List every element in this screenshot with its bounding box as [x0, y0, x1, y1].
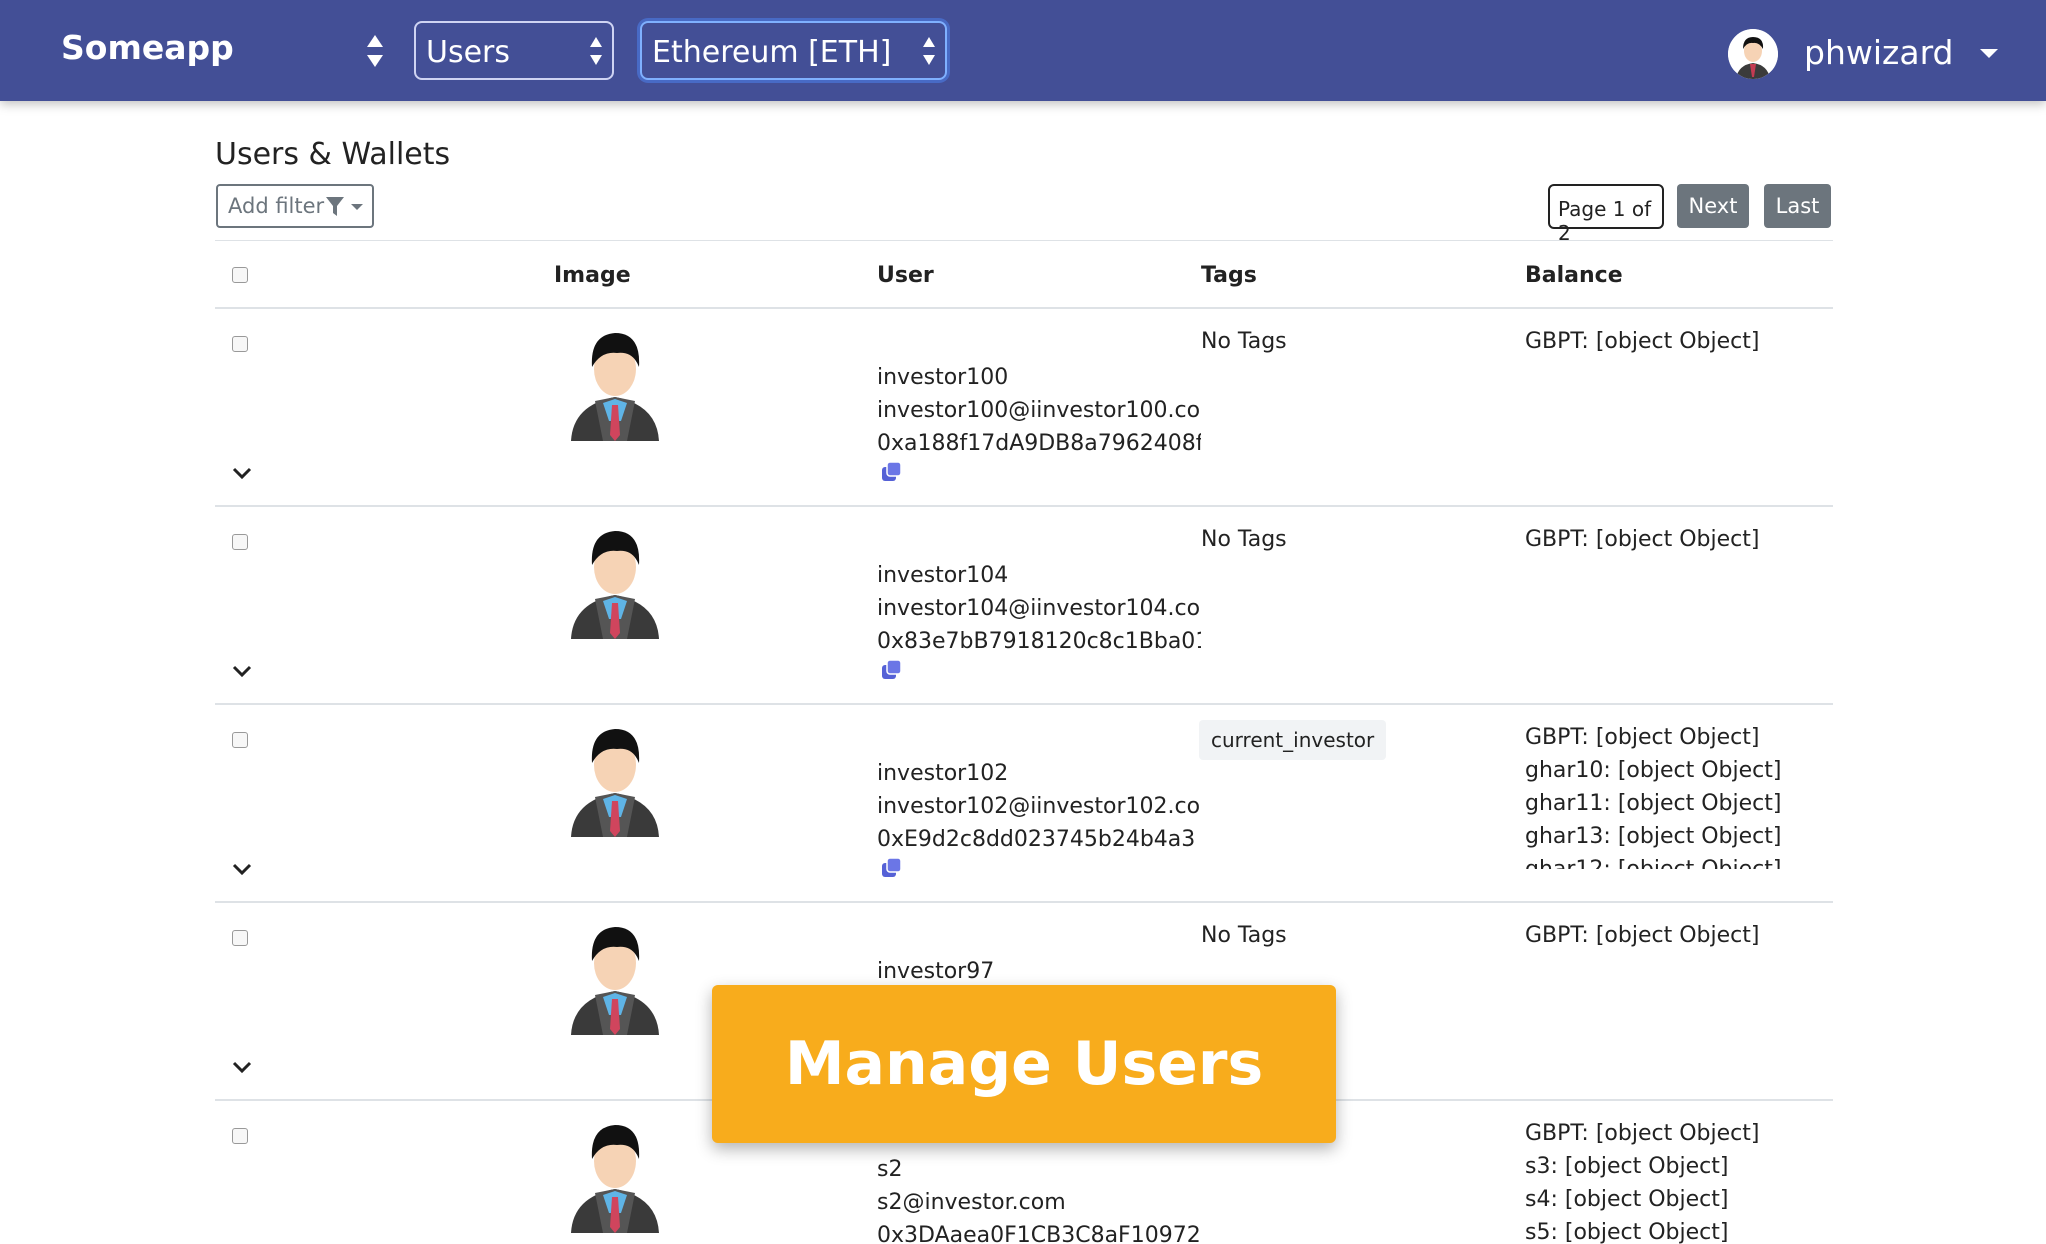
row-checkbox[interactable] [232, 930, 248, 946]
caret-down-icon [1980, 49, 1998, 58]
tag-badge[interactable]: current_investor [1199, 720, 1387, 760]
caret-down-icon [351, 204, 363, 210]
select-arrows-icon [590, 37, 602, 65]
balance-cell: GBPT: [object Object] [1525, 325, 1825, 473]
tags-label: No Tags [1201, 923, 1287, 948]
sort-arrows-icon[interactable] [364, 33, 386, 69]
wallet-address: 0x83e7bB7918120c8c1Bba01I [877, 629, 1201, 654]
currency-select-value: Ethereum [ETH] [652, 35, 892, 70]
user-avatar-icon [565, 323, 665, 443]
balance-entry: GBPT: [object Object] [1525, 1121, 1760, 1146]
user-avatar-icon [565, 521, 665, 641]
banner-title: Manage Users [784, 1029, 1264, 1099]
user-cell: investor104 investor104@iinvestor104.com 0… [877, 559, 1201, 699]
tags-label: No Tags [1201, 329, 1287, 354]
row-checkbox[interactable] [232, 1128, 248, 1144]
balance-entry: GBPT: [object Object] [1525, 725, 1760, 750]
user-email: investor104@iinvestor104.com [877, 596, 1201, 621]
balance-cell: GBPT: [object Object] [1525, 919, 1825, 1067]
copy-icon[interactable] [881, 659, 903, 681]
user-cell: investor100 investor100@iinvestor100.com 0… [877, 361, 1201, 501]
table-row[interactable]: investor102 investor102@iinvestor102.com 0… [215, 705, 1833, 903]
select-all-checkbox[interactable] [232, 267, 248, 283]
user-username: investor100 [877, 365, 1009, 390]
chevron-down-icon[interactable] [232, 663, 252, 678]
page-title: Users & Wallets [215, 137, 451, 172]
balance-entry: s5: [object Object] [1525, 1220, 1729, 1244]
column-header-tags[interactable]: Tags [1201, 263, 1257, 288]
user-avatar-icon [565, 917, 665, 1037]
column-header-balance[interactable]: Balance [1525, 263, 1623, 288]
copy-icon[interactable] [881, 461, 903, 483]
chevron-down-icon[interactable] [232, 1059, 252, 1074]
balance-cell: GBPT: [object Object] ghar10: [object Obj… [1525, 721, 1825, 869]
balance-entry: s3: [object Object] [1525, 1154, 1729, 1179]
user-username: investor97 [877, 959, 995, 984]
balance-cell: GBPT: [object Object] [1525, 523, 1825, 671]
column-header-user[interactable]: User [877, 263, 934, 288]
balance-entry: ghar10: [object Object] [1525, 758, 1782, 783]
user-cell: investor102 investor102@iinvestor102.com 0… [877, 757, 1201, 897]
filter-icon [326, 197, 344, 216]
page-indicator: Page 1 of 2 [1548, 184, 1664, 245]
select-arrows-icon [923, 37, 935, 65]
wallet-address: 0xE9d2c8dd023745b24b4a3 [877, 827, 1196, 852]
user-email: investor102@iinvestor102.com [877, 794, 1201, 819]
balance-entry: GBPT: [object Object] [1525, 329, 1760, 354]
balance-cell: GBPT: [object Object] s3: [object Object]… [1525, 1117, 1825, 1244]
user-username: investor102 [877, 761, 1009, 786]
tags-label: No Tags [1201, 527, 1287, 552]
balance-entry: ghar12: [object Object] [1525, 853, 1825, 869]
next-page-button[interactable]: Next [1677, 184, 1749, 228]
last-page-button[interactable]: Last [1764, 184, 1831, 228]
wallet-address: 0x3DAaea0F1CB3C8aF10972 [877, 1223, 1201, 1244]
wallet-address: 0xa188f17dA9DB8a7962408f [877, 431, 1201, 456]
balance-entry: GBPT: [object Object] [1525, 923, 1760, 948]
user-cell: s2 s2@investor.com 0x3DAaea0F1CB3C8aF10972 [877, 1153, 1201, 1244]
manage-users-banner: Manage Users [712, 985, 1336, 1143]
user-avatar-icon [565, 719, 665, 839]
row-checkbox[interactable] [232, 534, 248, 550]
chevron-down-icon[interactable] [232, 465, 252, 480]
balance-entry: s4: [object Object] [1525, 1187, 1729, 1212]
add-filter-label: Add filter [228, 194, 325, 218]
user-avatar-icon [565, 1115, 665, 1235]
balance-entry: GBPT: [object Object] [1525, 527, 1760, 552]
table-row[interactable]: investor100 investor100@iinvestor100.com 0… [215, 309, 1833, 507]
user-avatar-icon [1728, 29, 1778, 79]
balance-entry: ghar13: [object Object] [1525, 824, 1782, 849]
table-header: Image User Tags Balance [215, 240, 1833, 309]
user-username: investor104 [877, 563, 1009, 588]
user-email: investor100@iinvestor100.com [877, 398, 1201, 423]
section-select[interactable]: Users [414, 21, 614, 80]
row-checkbox[interactable] [232, 732, 248, 748]
section-select-value: Users [426, 35, 511, 70]
row-checkbox[interactable] [232, 336, 248, 352]
add-filter-button[interactable]: Add filter [216, 184, 374, 228]
balance-entry: ghar11: [object Object] [1525, 791, 1782, 816]
top-navbar: Someapp Users Ethereum [ETH] phwizard [0, 0, 2046, 101]
user-email: s2@investor.com [877, 1190, 1066, 1215]
chevron-down-icon[interactable] [232, 861, 252, 876]
copy-icon[interactable] [881, 857, 903, 879]
username-label: phwizard [1804, 33, 1954, 72]
app-brand[interactable]: Someapp [61, 28, 234, 67]
table-row[interactable]: investor104 investor104@iinvestor104.com 0… [215, 507, 1833, 705]
column-header-image[interactable]: Image [554, 263, 631, 288]
currency-select[interactable]: Ethereum [ETH] [640, 21, 947, 80]
user-username: s2 [877, 1157, 903, 1182]
